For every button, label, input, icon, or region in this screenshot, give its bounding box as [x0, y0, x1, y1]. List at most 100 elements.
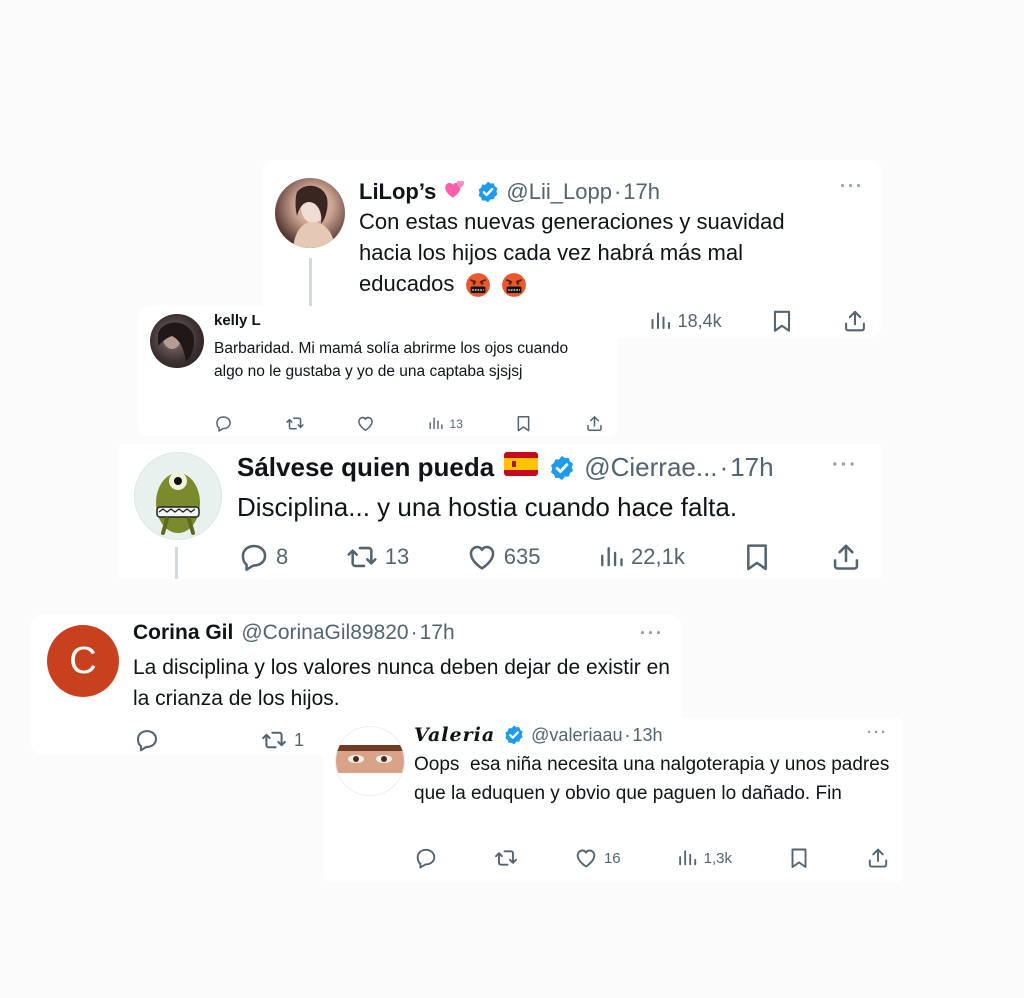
like-icon: [574, 846, 598, 870]
bookmark-button[interactable]: [741, 541, 773, 573]
retweet-button[interactable]: 1: [260, 727, 304, 753]
avatar[interactable]: C: [47, 625, 119, 697]
avatar[interactable]: [275, 178, 345, 248]
views-count: 18,4k: [677, 310, 722, 331]
like-count: 635: [503, 544, 541, 569]
reply-icon: [214, 414, 233, 433]
angry-face-icon: [501, 272, 527, 298]
reply-button[interactable]: [214, 414, 233, 433]
timestamp[interactable]: 17h: [730, 452, 773, 483]
verified-icon: [548, 454, 576, 482]
views-button[interactable]: 1,3k: [676, 847, 732, 869]
bookmark-icon: [514, 414, 533, 433]
bookmark-icon: [741, 541, 773, 573]
share-icon: [830, 541, 862, 573]
avatar[interactable]: [150, 314, 204, 368]
share-button[interactable]: [585, 414, 604, 433]
tweet-text: La disciplina y los valores nunca deben …: [133, 656, 670, 710]
display-name[interactable]: Sálvese quien pueda: [237, 452, 494, 483]
display-name[interactable]: Corina Gil: [133, 621, 233, 645]
more-icon[interactable]: ···: [832, 454, 858, 477]
like-button[interactable]: 16: [574, 846, 621, 870]
reply-icon: [238, 541, 270, 573]
share-button[interactable]: [842, 308, 868, 334]
tweet-card-salvese[interactable]: Sálvese quien pueda @Cierrae... · 17h ··…: [118, 444, 882, 579]
more-icon[interactable]: ···: [867, 724, 888, 741]
reply-button[interactable]: [134, 727, 160, 753]
share-icon: [866, 846, 890, 870]
reply-button[interactable]: 8: [238, 541, 288, 573]
retweet-button[interactable]: [493, 846, 519, 870]
share-icon: [585, 414, 604, 433]
tweet-header: LiLop’s @Lii_Lopp · 17h: [359, 176, 660, 208]
views-icon: [676, 847, 698, 869]
reply-icon: [414, 846, 438, 870]
tweet-header: Sálvese quien pueda @Cierrae... · 17h: [237, 452, 774, 483]
like-count: 16: [603, 849, 621, 867]
retweet-icon: [285, 414, 305, 433]
handle[interactable]: @valeriaau: [531, 725, 622, 746]
tweet-text: Con estas nuevas generaciones y suavidad…: [359, 206, 839, 299]
retweet-button[interactable]: [285, 414, 305, 433]
timestamp[interactable]: 17h: [420, 621, 455, 645]
separator: ·: [613, 179, 622, 204]
tweet-actions: 8 13 635 22,1k: [238, 541, 862, 573]
bookmark-button[interactable]: [787, 846, 811, 870]
avatar[interactable]: [335, 726, 405, 796]
bookmark-icon: [769, 308, 795, 334]
tweet-actions: 16 1,3k: [414, 846, 890, 870]
angry-face-icon: [465, 272, 491, 298]
spain-flag-icon: [504, 452, 539, 483]
tweet-text: Oops esa niña necesita una nalgoterapia …: [414, 754, 895, 804]
bookmark-button[interactable]: [769, 308, 795, 334]
display-name[interactable]: LiLop’s: [359, 179, 436, 205]
separator: ·: [719, 452, 729, 482]
tweet-card-valeria[interactable]: Valeria @valeriaau · 13h ··· Oops esa ni…: [323, 718, 903, 882]
handle[interactable]: @CorinaGil89820: [241, 621, 408, 645]
display-name[interactable]: kelly L: [214, 312, 261, 329]
tweet-header: Valeria @valeriaau · 13h: [414, 724, 663, 746]
like-button[interactable]: [356, 414, 375, 433]
retweet-count: 13: [384, 544, 410, 569]
tweet-card-kelly[interactable]: kelly L Barbaridad. Mi mamá solía abrirm…: [138, 306, 618, 436]
bookmark-button[interactable]: [514, 414, 533, 433]
handle[interactable]: @Lii_Lopp: [506, 179, 612, 205]
separator: ·: [410, 621, 418, 644]
avatar-photo: [158, 322, 194, 362]
tweet-text: Barbaridad. Mi mamá solía abrirme los oj…: [214, 340, 569, 380]
tweet-actions: 1: [134, 727, 304, 753]
thread-line: [175, 547, 178, 579]
timestamp[interactable]: 17h: [623, 179, 660, 205]
reply-button[interactable]: [414, 846, 438, 870]
views-icon: [427, 415, 444, 432]
bookmark-icon: [787, 846, 811, 870]
retweet-count: 1: [293, 729, 304, 750]
verified-icon: [503, 724, 525, 746]
like-button[interactable]: 635: [466, 541, 541, 573]
retweet-icon: [260, 727, 288, 753]
views-count: 22,1k: [631, 544, 685, 569]
avatar-photo: [336, 745, 404, 773]
views-icon: [597, 543, 625, 571]
handle[interactable]: @Cierrae...: [584, 452, 717, 483]
views-count: 1,3k: [703, 849, 732, 867]
views-button[interactable]: 18,4k: [648, 309, 722, 333]
retweet-button[interactable]: 13: [345, 541, 409, 573]
reply-count: 8: [276, 544, 289, 569]
retweet-icon: [493, 846, 519, 870]
display-name[interactable]: Valeria: [414, 724, 495, 746]
share-button[interactable]: [866, 846, 890, 870]
more-icon[interactable]: ···: [640, 623, 664, 644]
views-button[interactable]: 13: [427, 415, 463, 432]
views-button[interactable]: 22,1k: [597, 543, 685, 571]
share-button[interactable]: [830, 541, 862, 573]
verified-icon: [476, 180, 500, 204]
like-icon: [466, 541, 498, 573]
more-icon[interactable]: ···: [840, 176, 864, 197]
avatar[interactable]: [134, 452, 222, 540]
retweet-icon: [345, 541, 379, 573]
separator: ·: [624, 724, 631, 745]
share-icon: [842, 308, 868, 334]
timestamp[interactable]: 13h: [632, 725, 662, 746]
avatar-photo: [293, 185, 335, 248]
